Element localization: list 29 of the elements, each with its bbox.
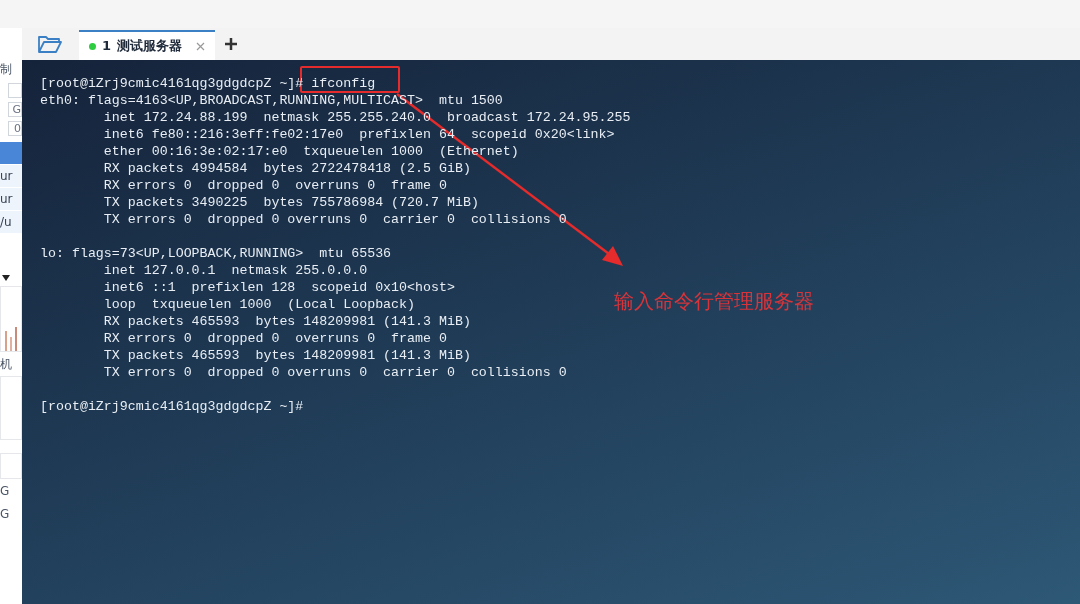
- terminal-line: inet 127.0.0.1 netmask 255.0.0.0: [102, 262, 368, 279]
- dropdown-triangle-icon: [2, 275, 10, 281]
- panel-text: G: [0, 485, 10, 497]
- input-field[interactable]: [0, 453, 22, 479]
- mini-chart-drawing: [0, 286, 22, 352]
- terminal-line: TX packets 3490225 bytes 755786984 (720.7 MiB): [102, 194, 479, 211]
- terminal-line: inet6 ::1 prefixlen 128 scopeid 0x10<host>: [102, 279, 455, 296]
- terminal-line: RX errors 0 dropped 0 overruns 0 frame 0: [102, 330, 447, 347]
- terminal-line: loop txqueuelen 1000 (Local Loopback): [102, 296, 416, 313]
- annotation-caption: 输入命令行管理服务器: [614, 288, 814, 315]
- session-tab[interactable]: 1 测试服务器: [79, 30, 216, 60]
- terminal-line: RX packets 4994584 bytes 2722478418 (2.5 GiB): [102, 160, 471, 177]
- close-icon[interactable]: [196, 41, 206, 51]
- list-header: [0, 142, 22, 164]
- terminal-line: inet 172.24.88.199 netmask 255.255.240.0 broadcast 172.24.95.255: [102, 109, 631, 126]
- terminal-line: [root@iZrj9cmic4161qg3gdgdcpZ ~]#: [40, 398, 304, 415]
- input-field[interactable]: G: [8, 101, 22, 117]
- panel-text: G: [0, 508, 10, 520]
- terminal-line: RX errors 0 dropped 0 overruns 0 frame 0: [102, 177, 447, 194]
- terminal-line: lo: flags=73<UP,LOOPBACK,RUNNING> mtu 65536: [40, 245, 392, 262]
- input-field[interactable]: [8, 82, 22, 98]
- folder-icon[interactable]: [37, 34, 63, 54]
- terminal-line: TX packets 465593 bytes 148209981 (141.3 MiB): [102, 347, 471, 364]
- terminal-line: TX errors 0 dropped 0 overruns 0 carrier 0 collisions 0: [102, 364, 567, 381]
- input-field[interactable]: 0: [8, 120, 22, 136]
- plus-icon[interactable]: [225, 38, 238, 50]
- panel-text: 制: [0, 63, 12, 75]
- panel-text: 机: [0, 358, 12, 370]
- terminal-line: RX packets 465593 bytes 148209981 (141.3 MiB): [102, 313, 471, 330]
